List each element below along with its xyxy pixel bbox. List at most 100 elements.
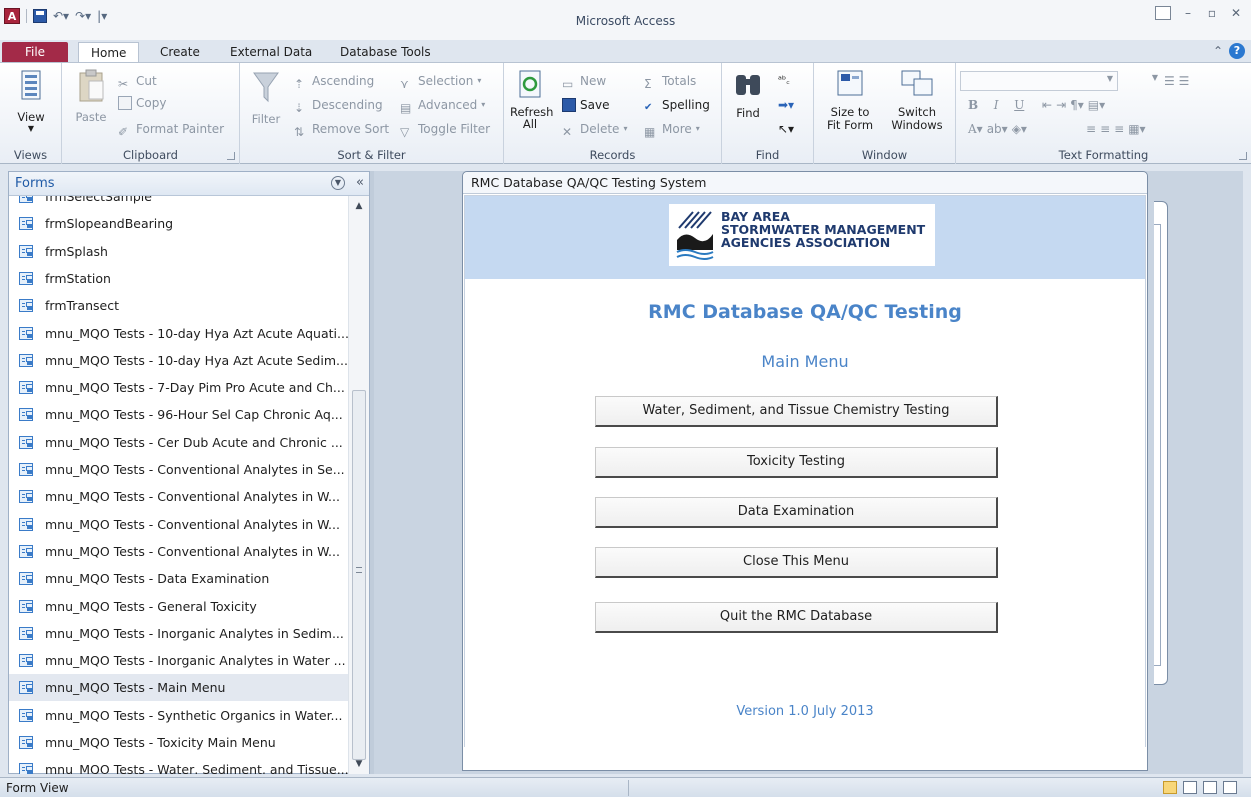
chemistry-testing-button[interactable]: Water, Sediment, and Tissue Chemistry Te… [595, 396, 998, 427]
remove-sort-button[interactable]: ⇅ Remove Sort [294, 119, 389, 139]
goto-button[interactable]: ➡▾ [778, 95, 794, 115]
align-left-icon[interactable]: ≡ [1086, 119, 1096, 139]
nav-form-item[interactable]: mnu_MQO Tests - 10-day Hya Azt Acute Aqu… [9, 320, 349, 347]
minimize-ribbon-icon[interactable]: ⌃ [1213, 44, 1223, 58]
descending-button[interactable]: ⇣ Descending [294, 95, 383, 115]
form-view-icon[interactable] [1163, 781, 1177, 794]
spelling-button[interactable]: ✔ Spelling [644, 95, 710, 115]
font-name-combo[interactable]: ▼ [960, 71, 1118, 91]
nav-form-item[interactable]: frmSlopeandBearing [9, 210, 349, 237]
text-formatting-launcher-icon[interactable] [1239, 152, 1247, 160]
selection-button[interactable]: ⋎ Selection ▾ [400, 71, 481, 91]
maximize-icon[interactable]: ▫ [1205, 7, 1219, 19]
tab-external-data[interactable]: External Data [218, 42, 324, 62]
nav-form-item[interactable]: mnu_MQO Tests - Conventional Analytes in… [9, 511, 349, 538]
switch-windows-button[interactable]: Switch Windows [882, 69, 952, 132]
font-size-combo[interactable]: ▼ [1122, 71, 1162, 91]
nav-form-item[interactable]: mnu_MQO Tests - Conventional Analytes in… [9, 483, 349, 510]
select-pointer-icon: ↖▾ [778, 122, 795, 136]
nav-form-item[interactable]: mnu_MQO Tests - Main Menu [9, 674, 349, 702]
nav-form-item[interactable]: mnu_MQO Tests - General Toxicity [9, 593, 349, 620]
align-right-icon[interactable]: ≡ [1114, 119, 1124, 139]
italic-icon[interactable]: I [994, 95, 999, 115]
fill-color-icon[interactable]: ◈▾ [1012, 119, 1027, 139]
view-button[interactable]: View ▼ [6, 69, 56, 133]
design-view-icon[interactable] [1223, 781, 1237, 794]
clipboard-launcher-icon[interactable] [227, 152, 235, 160]
underline-icon[interactable]: U [1014, 95, 1024, 115]
tab-create[interactable]: Create [148, 42, 212, 62]
align-center-icon[interactable]: ≡ [1100, 119, 1110, 139]
nav-form-item[interactable]: frmSelectSample [9, 196, 349, 210]
form-object-icon [19, 763, 33, 774]
quit-database-button[interactable]: Quit the RMC Database [595, 602, 998, 633]
nav-form-item[interactable]: frmTransect [9, 292, 349, 319]
restore-panel-icon[interactable] [1155, 6, 1171, 20]
font-color-icon[interactable]: A▾ [968, 119, 983, 139]
more-button[interactable]: ▦ More ▾ [644, 119, 700, 139]
nav-form-item[interactable]: mnu_MQO Tests - Toxicity Main Menu [9, 729, 349, 756]
cut-button[interactable]: ✂ Cut [118, 71, 157, 91]
nav-form-item[interactable]: mnu_MQO Tests - Data Examination [9, 565, 349, 592]
layout-view-icon[interactable] [1203, 781, 1217, 794]
copy-button[interactable]: Copy [118, 93, 166, 113]
tab-home[interactable]: Home [78, 42, 140, 62]
refresh-all-button[interactable]: Refresh All [510, 69, 553, 130]
highlight-icon[interactable]: ab▾ [987, 119, 1008, 139]
delete-record-button[interactable]: ✕ Delete ▾ [562, 119, 627, 139]
paragraph-icon[interactable]: ¶▾ [1070, 95, 1084, 115]
nav-menu-dropdown-icon[interactable]: ▼ [331, 176, 345, 190]
save-record-button[interactable]: Save [562, 95, 609, 115]
minimize-icon[interactable]: – [1181, 7, 1195, 19]
nav-form-item[interactable]: mnu_MQO Tests - Cer Dub Acute and Chroni… [9, 429, 349, 456]
ascending-button[interactable]: ⇡ Ascending [294, 71, 374, 91]
nav-header[interactable]: Forms ▼ « [9, 172, 369, 196]
bullets-button[interactable]: ☰ ☰ [1164, 71, 1189, 91]
nav-form-item[interactable]: mnu_MQO Tests - Inorganic Analytes in Wa… [9, 647, 349, 674]
tab-file[interactable]: File [2, 42, 68, 62]
nav-form-item[interactable]: mnu_MQO Tests - 7-Day Pim Pro Acute and … [9, 374, 349, 401]
nav-form-item[interactable]: frmStation [9, 265, 349, 292]
nav-scrollbar[interactable]: ▲ ▼ [348, 196, 369, 774]
data-examination-button[interactable]: Data Examination [595, 497, 998, 528]
close-menu-button[interactable]: Close This Menu [595, 547, 998, 578]
scroll-thumb[interactable] [352, 390, 366, 760]
scroll-up-icon[interactable]: ▲ [351, 198, 367, 214]
scroll-down-icon[interactable]: ▼ [351, 756, 367, 772]
toggle-filter-button[interactable]: ▽ Toggle Filter [400, 119, 490, 139]
nav-form-item[interactable]: mnu_MQO Tests - Conventional Analytes in… [9, 456, 349, 483]
alternate-row-icon[interactable]: ▦▾ [1128, 119, 1145, 139]
advanced-button[interactable]: ▤ Advanced ▾ [400, 95, 485, 115]
close-icon[interactable]: ✕ [1229, 7, 1243, 19]
paste-button[interactable]: Paste [70, 69, 112, 124]
find-button[interactable]: Find [726, 69, 770, 120]
nav-form-item[interactable]: mnu_MQO Tests - Conventional Analytes in… [9, 538, 349, 565]
new-record-button[interactable]: ▭ New [562, 71, 606, 91]
bold-icon[interactable]: B [968, 95, 978, 115]
replace-button[interactable]: ᵃᵇ꜀ [778, 71, 790, 91]
nav-form-item[interactable]: mnu_MQO Tests - Inorganic Analytes in Se… [9, 620, 349, 647]
nav-form-item[interactable]: frmSplash [9, 238, 349, 265]
totals-button[interactable]: Σ Totals [644, 71, 696, 91]
tab-database-tools[interactable]: Database Tools [328, 42, 443, 62]
group-label-window: Window [861, 148, 908, 162]
select-button[interactable]: ↖▾ [778, 119, 794, 139]
size-to-fit-button[interactable]: Size to Fit Form [818, 69, 882, 132]
nav-form-item[interactable]: mnu_MQO Tests - Synthetic Organics in Wa… [9, 702, 349, 729]
decrease-indent-icon[interactable]: ⇤ [1042, 95, 1052, 115]
datasheet-view-icon[interactable] [1183, 781, 1197, 794]
increase-indent-icon[interactable]: ⇥ [1056, 95, 1066, 115]
nav-form-item[interactable]: mnu_MQO Tests - Water, Sediment, and Tis… [9, 756, 349, 774]
group-find: Find ᵃᵇ꜀ ➡▾ ↖▾ Find [722, 63, 814, 164]
form-object-icon [19, 244, 33, 258]
nav-form-item[interactable]: mnu_MQO Tests - 96-Hour Sel Cap Chronic … [9, 401, 349, 428]
nav-form-item[interactable]: mnu_MQO Tests - 10-day Hya Azt Acute Sed… [9, 347, 349, 374]
help-icon[interactable]: ? [1229, 43, 1245, 59]
format-painter-button[interactable]: ✐ Format Painter [118, 119, 224, 139]
align-buttons: ≡ ≡ ≡ ▦▾ [1086, 119, 1146, 139]
gridlines-icon[interactable]: ▤▾ [1088, 95, 1105, 115]
shutter-bar-close-icon[interactable]: « [356, 175, 364, 190]
nav-item-label: mnu_MQO Tests - Cer Dub Acute and Chroni… [45, 434, 343, 450]
toxicity-testing-button[interactable]: Toxicity Testing [595, 447, 998, 478]
filter-button[interactable]: Filter [246, 69, 286, 126]
